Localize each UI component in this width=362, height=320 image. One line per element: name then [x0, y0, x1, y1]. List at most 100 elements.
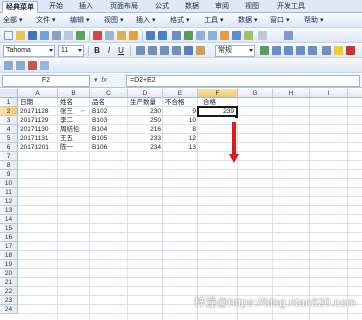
table-cell[interactable]: 12 [163, 134, 197, 143]
cell-style-dropdown[interactable]: 常规 [215, 45, 255, 57]
row-header[interactable]: 10 [0, 179, 18, 188]
tab-classic-menu[interactable]: 经典菜单 [2, 1, 38, 13]
decrease-decimal-icon[interactable] [308, 46, 317, 55]
row-header[interactable]: 12 [0, 197, 18, 206]
tab-data[interactable]: 数据 [180, 1, 204, 13]
table-cell[interactable] [198, 134, 235, 143]
column-header[interactable]: E [163, 89, 198, 98]
row-header[interactable]: 16 [0, 233, 18, 242]
table-cell[interactable]: 234 [128, 143, 162, 152]
drawing-icon[interactable] [244, 31, 253, 40]
print-icon[interactable] [52, 31, 61, 40]
menu-format[interactable]: 格式 ▾ [170, 15, 189, 26]
row-header[interactable]: 22 [0, 287, 18, 296]
row-header[interactable]: 13 [0, 206, 18, 215]
column-header[interactable]: G [238, 89, 273, 98]
row-header[interactable]: 11 [0, 188, 18, 197]
menu-view[interactable]: 视图 ▾ [104, 15, 123, 26]
email-icon[interactable] [40, 31, 49, 40]
print-preview-icon[interactable] [64, 31, 73, 40]
row-header[interactable]: 4 [0, 125, 18, 134]
row-header[interactable]: 5 [0, 134, 18, 143]
column-header[interactable]: D [128, 89, 163, 98]
merge-center-icon[interactable] [184, 46, 193, 55]
save-icon[interactable] [28, 31, 37, 40]
format-painter-icon[interactable] [129, 31, 138, 40]
select-all-corner[interactable] [0, 89, 18, 98]
table-cell[interactable]: 250 [128, 116, 162, 125]
new-document-icon[interactable] [4, 31, 13, 40]
hyperlink-icon[interactable] [172, 31, 181, 40]
column-header[interactable]: B [58, 89, 90, 98]
increase-decimal-icon[interactable] [296, 46, 305, 55]
help-icon[interactable] [284, 31, 293, 40]
name-box[interactable]: F2 [2, 75, 90, 87]
filter-icon[interactable] [220, 31, 229, 40]
fx-icon[interactable]: ▾ fx [94, 75, 124, 87]
table-cell[interactable]: 李二 [59, 116, 74, 125]
cut-icon[interactable] [93, 31, 102, 40]
tab-view[interactable]: 视图 [240, 1, 264, 13]
spell-check-icon[interactable] [76, 31, 85, 40]
table-cell[interactable]: 周结伦 [59, 125, 81, 134]
font-size-dropdown[interactable]: 11 [58, 45, 84, 57]
insert-columns-icon[interactable] [16, 61, 25, 70]
table-cell[interactable]: 230 [128, 107, 162, 116]
table-cell[interactable]: 9 [163, 107, 197, 116]
delete-icon[interactable] [28, 61, 37, 70]
table-cell[interactable]: B104 [91, 125, 108, 134]
header-cell-qualified[interactable]: 合格 [202, 98, 217, 107]
header-cell-name[interactable]: 姓名 [59, 98, 74, 107]
insert-rows-icon[interactable] [4, 61, 13, 70]
tab-insert[interactable]: 插入 [74, 1, 98, 13]
row-header[interactable]: 8 [0, 161, 18, 170]
borders-icon[interactable] [322, 46, 331, 55]
table-cell[interactable]: 20171129 [19, 116, 49, 125]
menu-tools[interactable]: 工具 ▾ [204, 15, 223, 26]
align-center-icon[interactable] [148, 46, 157, 55]
align-right-icon[interactable] [160, 46, 169, 55]
tab-review[interactable]: 审阅 [210, 1, 234, 13]
table-cell[interactable]: B102 [91, 107, 108, 116]
header-cell-quantity[interactable]: 生产数量 [129, 98, 157, 107]
freeze-panes-icon[interactable] [40, 61, 49, 70]
column-header[interactable] [348, 89, 362, 98]
menu-edit[interactable]: 编辑 ▾ [70, 15, 89, 26]
font-color-icon[interactable] [346, 46, 355, 55]
table-cell[interactable]: 216 [128, 125, 162, 134]
row-header[interactable]: 3 [0, 116, 18, 125]
table-cell[interactable]: B105 [91, 134, 108, 143]
currency-icon[interactable] [260, 46, 269, 55]
row-header[interactable]: 7 [0, 152, 18, 161]
percent-icon[interactable] [272, 46, 281, 55]
column-header[interactable]: A [18, 89, 58, 98]
italic-button[interactable]: I [104, 45, 114, 56]
underline-button[interactable]: U [116, 45, 126, 56]
header-cell-date[interactable]: 日期 [19, 98, 34, 107]
align-left-icon[interactable] [136, 46, 145, 55]
table-cell[interactable]: 8 [163, 125, 197, 134]
table-cell[interactable]: 20171128 [19, 107, 49, 116]
row-header[interactable]: 19 [0, 260, 18, 269]
table-cell[interactable] [198, 125, 235, 134]
column-header-selected[interactable]: F [198, 89, 238, 98]
bold-button[interactable]: B [92, 45, 102, 56]
table-cell[interactable]: 233 [128, 134, 162, 143]
table-cell[interactable] [198, 116, 235, 125]
header-cell-defective[interactable]: 不合格 [164, 98, 186, 107]
fill-color-icon[interactable] [334, 46, 343, 55]
menu-data[interactable]: 数据 ▾ [238, 15, 257, 26]
table-cell[interactable]: B106 [91, 143, 108, 152]
font-name-dropdown[interactable]: Tahoma [3, 45, 55, 57]
table-cell[interactable]: 20171201 [19, 143, 50, 152]
zoom-icon[interactable] [258, 31, 267, 40]
row-header[interactable]: 14 [0, 215, 18, 224]
table-cell[interactable]: 13 [163, 143, 197, 152]
copy-icon[interactable] [105, 31, 114, 40]
column-header[interactable]: C [90, 89, 128, 98]
sort-descending-icon[interactable] [208, 31, 217, 40]
row-header[interactable]: 24 [0, 305, 18, 314]
worksheet-grid[interactable]: A B C D E F G H I 1 2 3 4 5 6 7 8 9 10 1… [0, 89, 362, 320]
row-header[interactable]: 18 [0, 251, 18, 260]
row-header[interactable]: 6 [0, 143, 18, 152]
